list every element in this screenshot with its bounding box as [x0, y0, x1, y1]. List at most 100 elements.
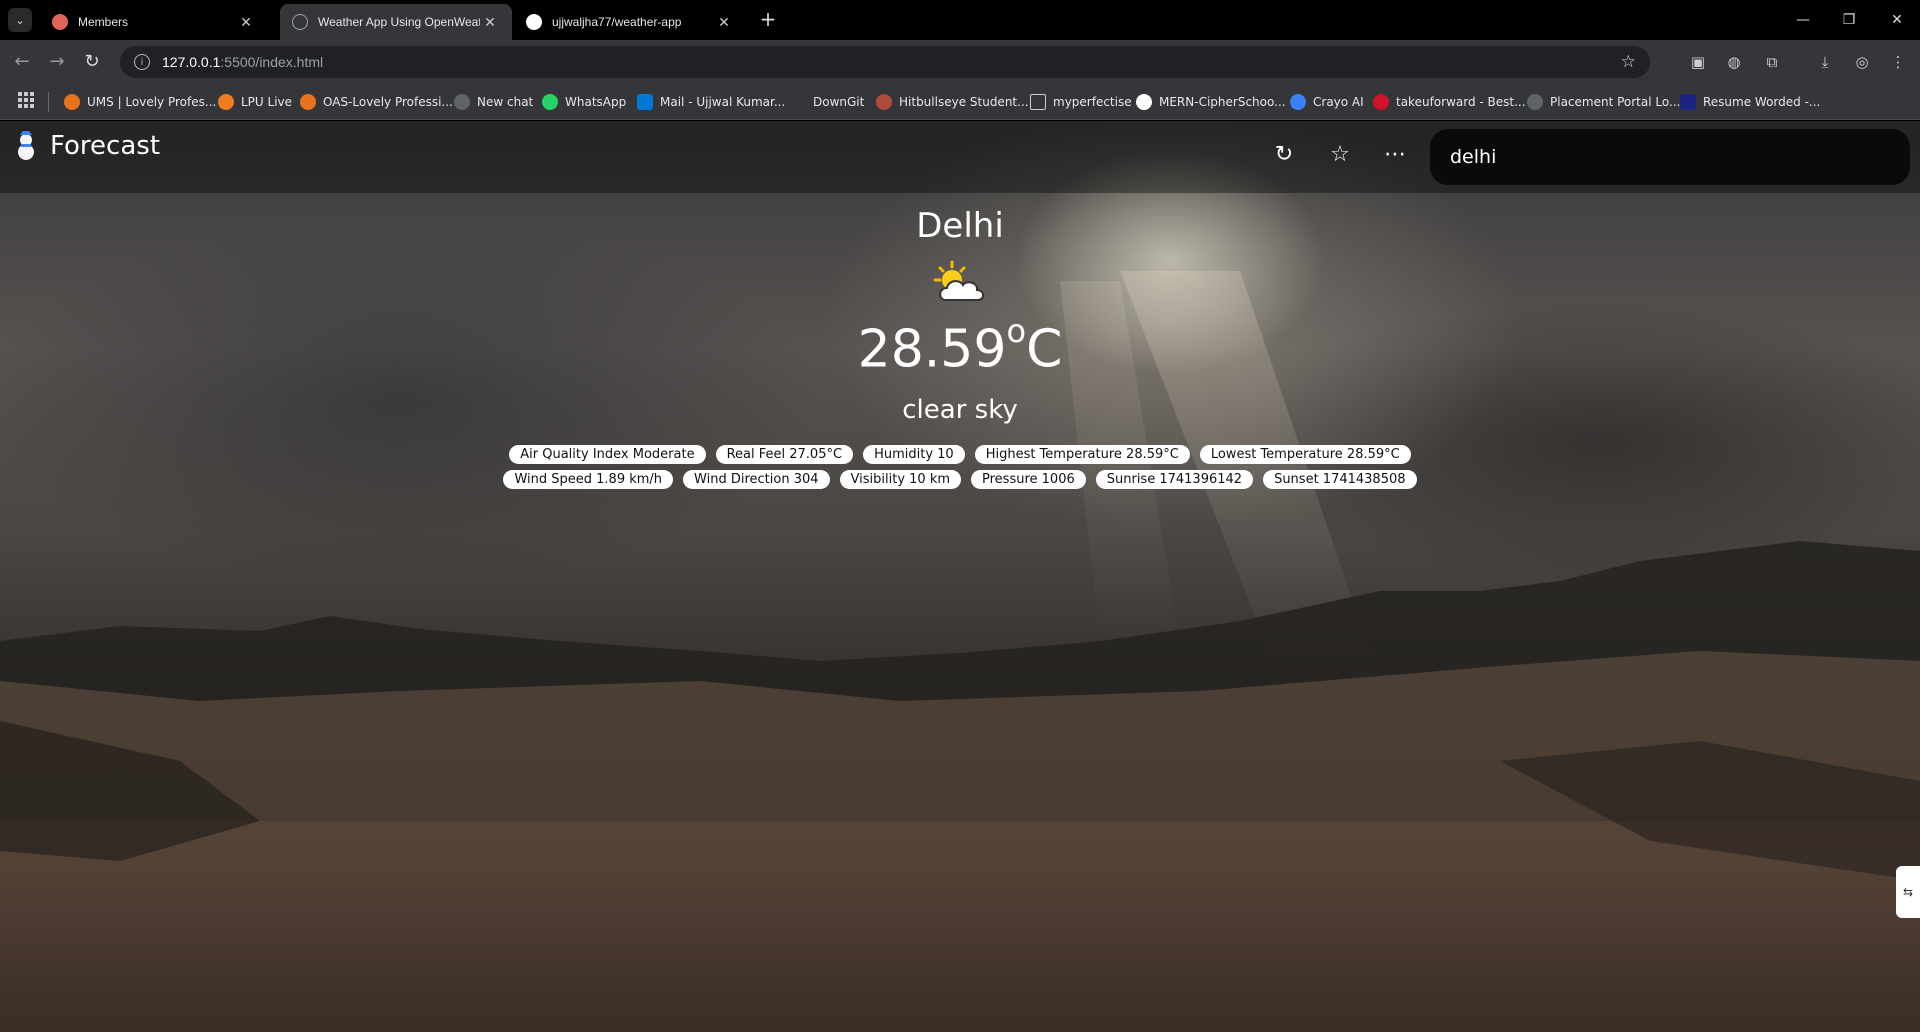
bookmark-item[interactable]: Placement Portal Lo...: [1527, 92, 1680, 112]
bookmark-item[interactable]: UMS | Lovely Profes...: [64, 92, 216, 112]
bookmark-item[interactable]: DownGit: [790, 92, 864, 112]
temperature-degree: o: [1006, 312, 1027, 350]
whatsapp-icon: [542, 94, 558, 110]
download-icon[interactable]: ⤓: [1815, 52, 1835, 72]
puzzle-icon[interactable]: ⧉: [1762, 52, 1782, 72]
bookmark-label: Resume Worded -...: [1703, 95, 1821, 109]
tab-weather-app[interactable]: Weather App Using OpenWeatl ✕: [280, 4, 512, 40]
snowman-icon: [18, 131, 34, 160]
bookmark-item[interactable]: New chat: [454, 92, 533, 112]
tab-title: ujjwaljha77/weather-app: [552, 15, 682, 29]
bookmark-label: DownGit: [813, 95, 865, 109]
bookmark-item[interactable]: myperfectise: [1030, 92, 1132, 112]
bookmark-label: takeuforward - Best...: [1396, 95, 1526, 109]
temperature: 28.59oC: [0, 312, 1920, 380]
bookmark-item[interactable]: Resume Worded -...: [1680, 92, 1820, 112]
star-icon[interactable]: ☆: [1326, 141, 1354, 169]
bookmark-label: LPU Live: [241, 95, 293, 109]
bookmark-star-icon[interactable]: ☆: [1621, 52, 1636, 72]
back-icon[interactable]: ←: [10, 50, 34, 74]
close-icon[interactable]: ✕: [714, 14, 734, 31]
sun-behind-cloud-icon: [933, 260, 985, 301]
crayo-icon: [1290, 94, 1306, 110]
globe-icon: [1527, 94, 1543, 110]
hitbullseye-icon: [876, 94, 892, 110]
detail-real-feel: Real Feel 27.05°C: [715, 445, 854, 465]
external-link-icon: [1030, 94, 1046, 110]
bookmark-item[interactable]: LPU Live: [218, 92, 292, 112]
resume-worded-icon: [1680, 94, 1696, 110]
weather-card: Delhi 28.59oC clear sky Air Quality Inde…: [0, 206, 1920, 490]
reload-icon[interactable]: ↻: [80, 50, 104, 74]
bookmark-item[interactable]: Hitbullseye Student...: [876, 92, 1029, 112]
refresh-icon[interactable]: ↻: [1270, 141, 1298, 169]
tab-github[interactable]: ujjwaljha77/weather-app ✕: [514, 4, 746, 40]
close-icon[interactable]: ✕: [236, 14, 256, 31]
city-name: Delhi: [916, 206, 1004, 246]
site-info-icon[interactable]: i: [134, 54, 150, 70]
mouse-extension-icon[interactable]: ◍: [1724, 52, 1744, 72]
bookmark-item[interactable]: takeuforward - Best...: [1373, 92, 1526, 112]
detail-wind-speed: Wind Speed 1.89 km/h: [503, 470, 674, 490]
window-close-icon[interactable]: ✕: [1874, 0, 1920, 40]
bookmark-label: Mail - Ujjwal Kumar...: [660, 95, 786, 109]
takeuforward-icon: [1373, 94, 1389, 110]
tab-members[interactable]: Members ✕: [40, 4, 268, 40]
detail-pressure: Pressure 1006: [971, 470, 1086, 490]
bookmark-item[interactable]: OAS-Lovely Professi...: [300, 92, 453, 112]
bookmark-label: MERN-CipherSchoo...: [1159, 95, 1286, 109]
detail-high-temp: Highest Temperature 28.59°C: [974, 445, 1190, 465]
bookmark-label: OAS-Lovely Professi...: [323, 95, 453, 109]
minimize-icon[interactable]: —: [1780, 0, 1826, 40]
browser-toolbar: ← → ↻ i 127.0.0.1:5500/index.html ☆ ▣ ◍ …: [0, 40, 1920, 84]
weather-details: Air Quality Index Moderate Real Feel 27.…: [460, 445, 1460, 490]
brand-name: Forecast: [50, 131, 161, 161]
github-icon: [526, 14, 542, 30]
bookmark-label: Hitbullseye Student...: [899, 95, 1029, 109]
bookmark-item[interactable]: MERN-CipherSchoo...: [1136, 92, 1286, 112]
address-bar[interactable]: i 127.0.0.1:5500/index.html ☆: [120, 46, 1650, 78]
bookmark-item[interactable]: Crayo AI: [1290, 92, 1364, 112]
detail-visibility: Visibility 10 km: [839, 470, 962, 490]
city-search-input[interactable]: [1430, 129, 1910, 185]
weather-page: Forecast ↻ ☆ ⋯ Delhi 28.59oC clear sky A…: [0, 121, 1920, 1032]
detail-humidity: Humidity 10: [863, 445, 965, 465]
chatgpt-icon: [454, 94, 470, 110]
tab-title: Weather App Using OpenWeatl: [318, 15, 480, 29]
bookmarks-divider: [48, 92, 49, 112]
apps-grid-icon[interactable]: [18, 92, 34, 108]
github-icon: [1136, 94, 1152, 110]
weather-description: clear sky: [902, 395, 1018, 426]
bookmark-item[interactable]: Mail - Ujjwal Kumar...: [637, 92, 785, 112]
url-host: 127.0.0.1: [162, 54, 221, 70]
new-tab-button[interactable]: +: [756, 8, 780, 32]
globe-icon: [292, 14, 308, 30]
detail-sunset: Sunset 1741438508: [1263, 470, 1417, 490]
bookmark-item[interactable]: WhatsApp: [542, 92, 626, 112]
forward-icon[interactable]: →: [45, 50, 69, 74]
brand[interactable]: Forecast: [14, 131, 160, 161]
bookmark-label: myperfectise: [1053, 95, 1132, 109]
restore-icon[interactable]: ❐: [1826, 0, 1872, 40]
bookmark-label: UMS | Lovely Profes...: [87, 95, 217, 109]
detail-wind-direction: Wind Direction 304: [683, 470, 830, 490]
tab-search-icon[interactable]: ⌄: [8, 8, 32, 32]
bookmark-label: WhatsApp: [565, 95, 627, 109]
lpu-live-icon: [218, 94, 234, 110]
close-icon[interactable]: ✕: [480, 14, 500, 31]
detail-low-temp: Lowest Temperature 28.59°C: [1199, 445, 1411, 465]
more-icon[interactable]: ⋯: [1381, 141, 1409, 169]
outlook-icon: [637, 94, 653, 110]
extension-icon[interactable]: ▣: [1688, 52, 1708, 72]
app-navbar: Forecast ↻ ☆ ⋯: [0, 121, 1920, 193]
browser-tabstrip: ⌄ Members ✕ Weather App Using OpenWeatl …: [0, 0, 1920, 40]
ums-icon: [64, 94, 80, 110]
bookmark-label: Crayo AI: [1313, 95, 1364, 109]
side-panel-toggle-icon[interactable]: ⇆: [1896, 866, 1920, 918]
detail-sunrise: Sunrise 1741396142: [1095, 470, 1254, 490]
menu-icon[interactable]: ⋮: [1888, 52, 1908, 72]
detail-aqi: Air Quality Index Moderate: [509, 445, 706, 465]
tab-title: Members: [78, 15, 129, 29]
temperature-unit: C: [1026, 319, 1063, 380]
profile-icon[interactable]: ◎: [1852, 52, 1872, 72]
